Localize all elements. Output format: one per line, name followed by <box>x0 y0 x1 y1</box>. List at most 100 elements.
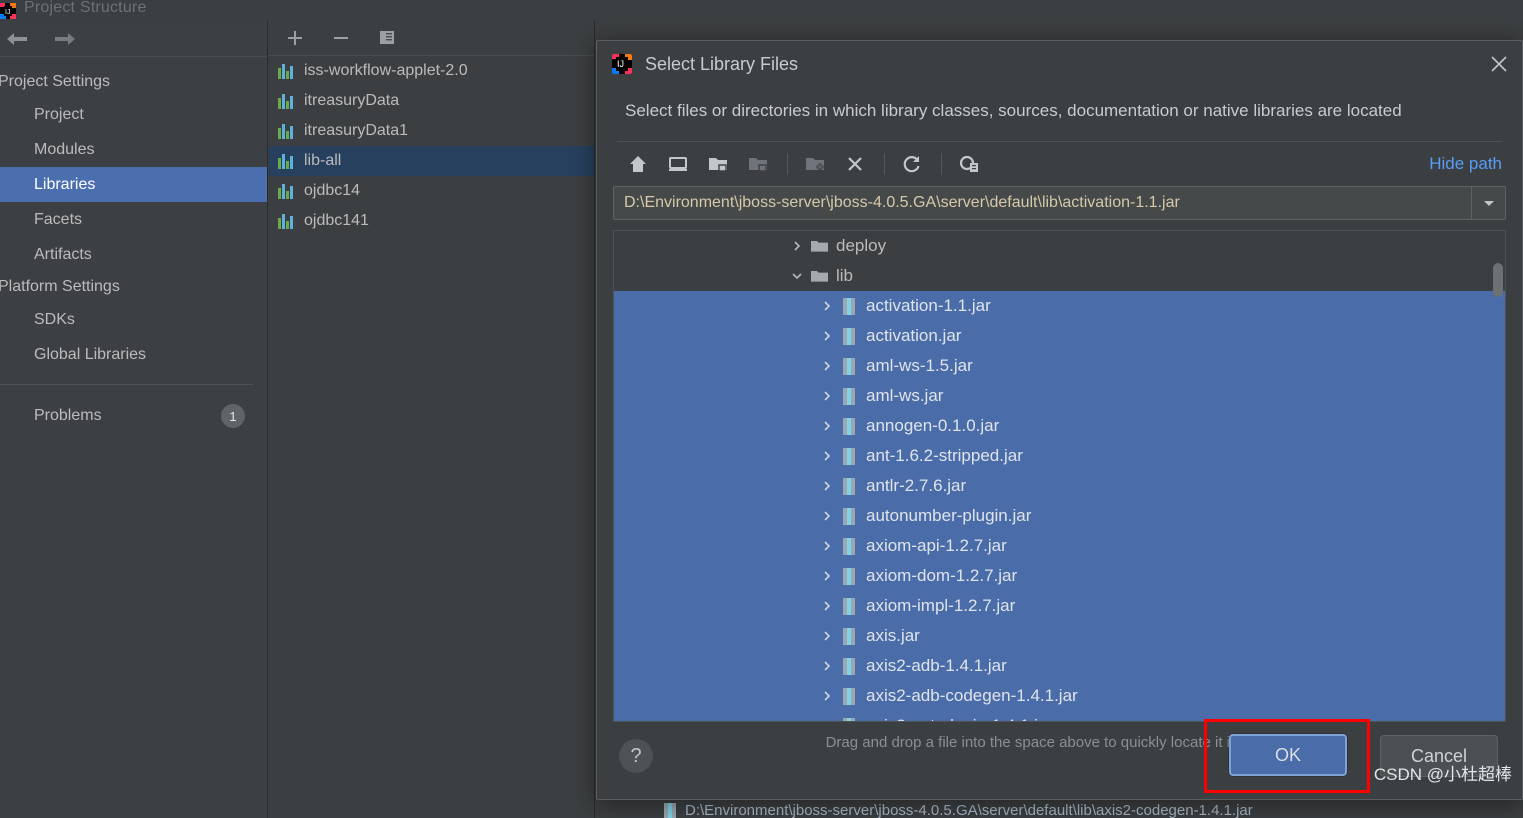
tree-row-jar[interactable]: axiom-impl-1.2.7.jar <box>614 591 1505 621</box>
home-icon[interactable] <box>621 147 655 181</box>
tree-row-jar[interactable]: antlr-2.7.6.jar <box>614 471 1505 501</box>
tree-row-jar[interactable]: activation.jar <box>614 321 1505 351</box>
tree-row-jar[interactable]: axis.jar <box>614 621 1505 651</box>
chevron-right-icon[interactable] <box>816 450 838 462</box>
tree-row-label: axis.jar <box>866 626 920 645</box>
chevron-right-icon[interactable] <box>816 540 838 552</box>
sidebar-item-global-libraries[interactable]: Global Libraries <box>0 337 267 372</box>
jar-icon <box>838 537 860 555</box>
chevron-right-icon[interactable] <box>816 690 838 702</box>
screen-root: IJ Project Structure Project Settings Pr… <box>0 0 1523 818</box>
sidebar-item-problems[interactable]: Problems 1 <box>0 397 267 435</box>
list-item[interactable]: ojdbc141 <box>269 206 594 236</box>
chevron-right-icon[interactable] <box>786 240 808 252</box>
chevron-right-icon[interactable] <box>816 600 838 612</box>
libraries-toolbar <box>269 21 594 56</box>
refresh-icon[interactable] <box>895 147 929 181</box>
copy-icon[interactable] <box>375 26 399 50</box>
jar-icon <box>838 447 860 465</box>
tree-row-jar[interactable]: axiom-dom-1.2.7.jar <box>614 561 1505 591</box>
back-arrow-icon[interactable] <box>4 26 30 52</box>
jar-icon <box>838 687 860 705</box>
x-icon[interactable] <box>838 147 872 181</box>
tree-scrollbar[interactable] <box>1493 233 1503 721</box>
jar-icon <box>838 357 860 375</box>
help-button[interactable]: ? <box>619 739 653 773</box>
hidden-files-icon[interactable] <box>952 147 986 181</box>
sidebar-item-libraries[interactable]: Libraries <box>0 167 267 202</box>
tree-row-jar[interactable]: aml-ws-1.5.jar <box>614 351 1505 381</box>
tree-row-label: ant-1.6.2-stripped.jar <box>866 446 1023 465</box>
chevron-right-icon[interactable] <box>816 630 838 642</box>
chevron-down-icon[interactable] <box>786 270 808 282</box>
list-item-label: iss-workflow-applet-2.0 <box>304 62 468 79</box>
tree-row-jar[interactable]: autonumber-plugin.jar <box>614 501 1505 531</box>
tree-row-label: axiom-impl-1.2.7.jar <box>866 596 1016 615</box>
tree-row-jar[interactable]: annogen-0.1.0.jar <box>614 411 1505 441</box>
tree-row-label: aml-ws.jar <box>866 386 944 405</box>
list-item[interactable]: itreasuryData1 <box>269 116 594 146</box>
tree-row-label: lib <box>836 266 854 285</box>
list-item[interactable]: itreasuryData <box>269 86 594 116</box>
sidebar-item-facets[interactable]: Facets <box>0 202 267 237</box>
library-icon <box>278 183 295 199</box>
sidebar-divider <box>0 384 253 385</box>
sidebar-item-modules[interactable]: Modules <box>0 132 267 167</box>
cancel-button[interactable]: Cancel <box>1380 735 1498 777</box>
plus-icon[interactable] <box>283 26 307 50</box>
forward-arrow-icon[interactable] <box>52 26 78 52</box>
sidebar-nav-bar <box>0 21 267 57</box>
close-icon[interactable] <box>1476 41 1522 87</box>
list-item-label: ojdbc14 <box>304 182 361 199</box>
list-item-label: lib-all <box>304 152 342 169</box>
chevron-right-icon[interactable] <box>816 330 838 342</box>
library-icon <box>278 63 295 79</box>
jar-icon <box>664 803 677 818</box>
chevron-right-icon[interactable] <box>816 570 838 582</box>
chevron-down-icon[interactable] <box>1471 187 1505 219</box>
chevron-right-icon[interactable] <box>816 300 838 312</box>
tree-scrollbar-thumb[interactable] <box>1493 263 1503 297</box>
background-library-path-row: D:\Environment\jboss-server\jboss-4.0.5.… <box>600 803 1523 818</box>
library-icon <box>278 153 295 169</box>
cancel-button-wrap: Cancel <box>1380 735 1498 777</box>
hide-path-link[interactable]: Hide path <box>1429 154 1502 174</box>
list-item-lib-all[interactable]: lib-all <box>269 146 594 176</box>
file-tree[interactable]: deploy lib activation-1.1.jar activation… <box>613 230 1506 722</box>
libraries-list: iss-workflow-applet-2.0 itreasuryData it… <box>269 56 594 236</box>
tree-row-jar[interactable]: aml-ws.jar <box>614 381 1505 411</box>
libraries-panel: iss-workflow-applet-2.0 itreasuryData it… <box>269 21 595 818</box>
path-input[interactable]: D:\Environment\jboss-server\jboss-4.0.5.… <box>614 194 1471 212</box>
window-title: Project Structure <box>24 0 147 16</box>
chevron-right-icon[interactable] <box>816 390 838 402</box>
tree-row-jar[interactable]: ant-1.6.2-stripped.jar <box>614 441 1505 471</box>
list-item[interactable]: ojdbc14 <box>269 176 594 206</box>
jar-icon <box>838 327 860 345</box>
sidebar-item-sdks[interactable]: SDKs <box>0 302 267 337</box>
chevron-right-icon[interactable] <box>816 510 838 522</box>
ok-button-highlight: OK <box>1204 719 1370 793</box>
intellij-idea-icon: IJ <box>0 2 16 19</box>
list-item[interactable]: iss-workflow-applet-2.0 <box>269 56 594 86</box>
chevron-right-icon[interactable] <box>816 420 838 432</box>
minus-icon[interactable] <box>329 26 353 50</box>
folder-module-icon[interactable] <box>701 147 735 181</box>
chevron-right-icon[interactable] <box>816 360 838 372</box>
tree-row-deploy[interactable]: deploy <box>614 231 1505 261</box>
path-combo[interactable]: D:\Environment\jboss-server\jboss-4.0.5.… <box>613 186 1506 220</box>
sidebar-item-artifacts[interactable]: Artifacts <box>0 237 267 272</box>
library-icon <box>278 213 295 229</box>
tree-row-jar[interactable]: axiom-api-1.2.7.jar <box>614 531 1505 561</box>
tree-row-lib[interactable]: lib <box>614 261 1505 291</box>
list-item-label: itreasuryData1 <box>304 122 409 139</box>
tree-row-jar[interactable]: activation-1.1.jar <box>614 291 1505 321</box>
tree-row-jar[interactable]: axis2-adb-codegen-1.4.1.jar <box>614 681 1505 711</box>
sidebar-item-project[interactable]: Project <box>0 97 267 132</box>
chevron-right-icon[interactable] <box>816 660 838 672</box>
tree-row-jar[interactable]: axis2-adb-1.4.1.jar <box>614 651 1505 681</box>
chevron-right-icon[interactable] <box>816 480 838 492</box>
desktop-icon[interactable] <box>661 147 695 181</box>
folder-icon <box>808 269 830 283</box>
tree-row-label: annogen-0.1.0.jar <box>866 416 1000 435</box>
ok-button[interactable]: OK <box>1229 734 1347 776</box>
